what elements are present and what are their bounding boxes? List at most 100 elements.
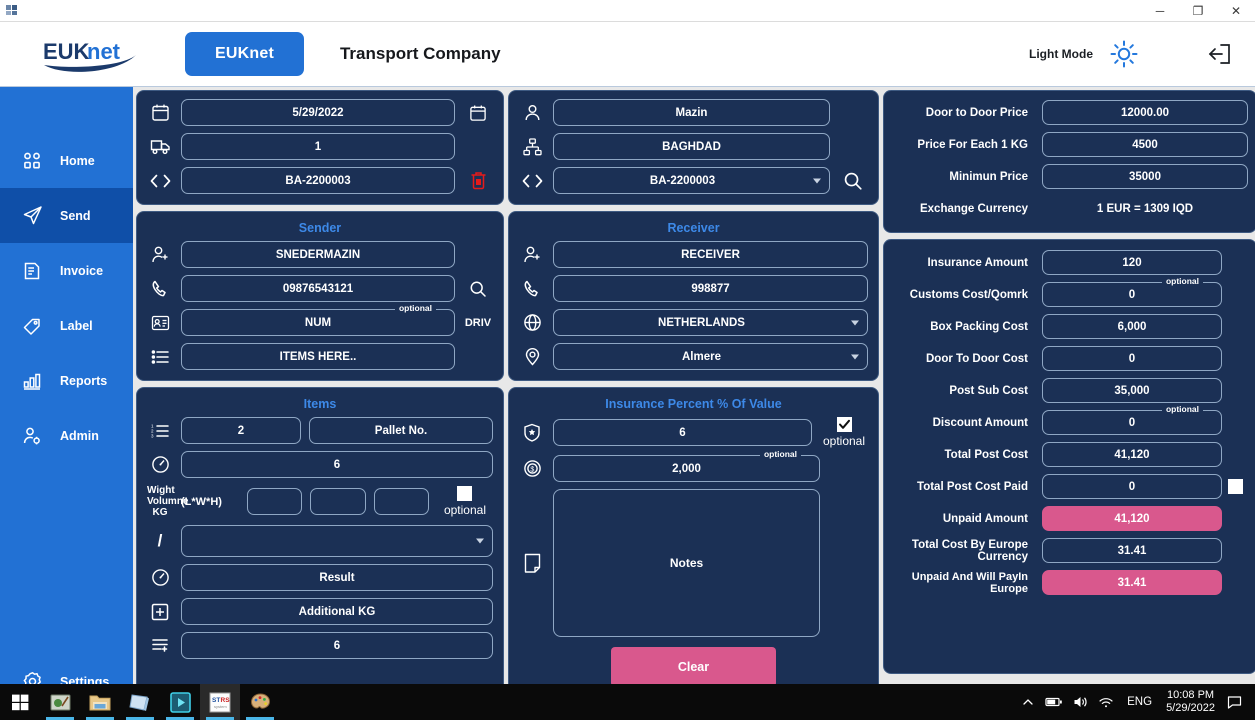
sidebar-item-invoice[interactable]: Invoice	[0, 243, 133, 298]
brand-button[interactable]: EUKnet	[185, 32, 304, 76]
taskbar-item-1[interactable]	[40, 684, 80, 720]
receiver-country-row: NETHERLANDS	[519, 309, 868, 336]
slash-icon: /	[147, 531, 173, 551]
items-panel-title: Items	[147, 397, 493, 411]
clear-button[interactable]: Clear	[611, 647, 776, 687]
maximize-button[interactable]: ❐	[1179, 0, 1217, 22]
pricing-label: Minimun Price	[892, 171, 1042, 183]
notifications-icon[interactable]	[1221, 695, 1247, 709]
door-to-door-cost-field[interactable]: 0	[1042, 346, 1222, 371]
taskbar-item-stars[interactable]: ST RS system	[200, 684, 240, 720]
sidebar-item-home[interactable]: Home	[0, 133, 133, 188]
box-packing-cost-field[interactable]: 6,000	[1042, 314, 1222, 339]
pricing-row: Price For Each 1 KG 4500	[892, 132, 1248, 157]
sidebar-item-send[interactable]: Send	[0, 188, 133, 243]
customs-cost-field[interactable]: 0 optional	[1042, 282, 1222, 307]
customer-search-icon[interactable]	[838, 171, 868, 191]
total-post-cost-paid-checkbox[interactable]	[1228, 479, 1243, 494]
column-middle: Mazin BAGHDA	[508, 90, 879, 719]
clock[interactable]: 10:08 PM 5/29/2022	[1160, 689, 1221, 715]
chevron-down-icon	[851, 354, 859, 359]
customer-branch-field[interactable]: BAGHDAD	[553, 133, 830, 160]
minimize-button[interactable]: ─	[1141, 0, 1179, 22]
sender-items-field[interactable]: ITEMS HERE..	[181, 343, 455, 370]
svg-text:3: 3	[151, 433, 154, 438]
result-field[interactable]: Result	[181, 564, 493, 591]
location-pin-icon	[519, 347, 545, 366]
pricing-panel: Door to Door Price 12000.00 Price For Ea…	[883, 90, 1255, 233]
receiver-country-field[interactable]: NETHERLANDS	[553, 309, 868, 336]
total-post-cost-paid-field[interactable]: 0	[1042, 474, 1222, 499]
date-field[interactable]: 5/29/2022	[181, 99, 455, 126]
insurance-optional-checkbox[interactable]	[837, 417, 852, 432]
unpaid-amount-field[interactable]: 41,120	[1042, 506, 1222, 531]
total-post-cost-field[interactable]: 41,120	[1042, 442, 1222, 467]
cost-label: Customs Cost/Qomrk	[892, 289, 1042, 301]
volume-icon[interactable]	[1067, 695, 1093, 709]
app-icon	[5, 3, 25, 19]
sidebar-item-reports[interactable]: Reports	[0, 353, 133, 408]
receiver-name-field[interactable]: RECEIVER	[553, 241, 868, 268]
insurance-percent-row: 6 optional	[519, 417, 868, 448]
unpaid-pay-in-europe-field[interactable]: 31.41	[1042, 570, 1222, 595]
taskbar-item-explorer[interactable]	[80, 684, 120, 720]
items-select-field[interactable]	[181, 525, 493, 557]
taskbar-item-4[interactable]	[160, 684, 200, 720]
sender-num-value: NUM	[305, 317, 331, 329]
taskbar-item-3[interactable]	[120, 684, 160, 720]
taskbar-item-paint[interactable]	[240, 684, 280, 720]
items-weight-row: 6	[147, 451, 493, 478]
calendar-picker-icon[interactable]	[463, 104, 493, 122]
sidebar-label-label: Label	[60, 319, 93, 333]
sidebar-item-label[interactable]: Label	[0, 298, 133, 353]
sender-panel-title: Sender	[147, 221, 493, 235]
sender-name-field[interactable]: SNEDERMAZIN	[181, 241, 455, 268]
cost-row-customs-cost: Customs Cost/Qomrk 0 optional	[892, 282, 1248, 307]
trash-icon[interactable]	[463, 171, 493, 190]
shipment-code-field[interactable]: BA-2200003	[181, 167, 455, 194]
receiver-phone-field[interactable]: 998877	[553, 275, 868, 302]
customer-name-field[interactable]: Mazin	[553, 99, 830, 126]
items-total-field[interactable]: 6	[181, 632, 493, 659]
wifi-icon[interactable]	[1093, 696, 1119, 709]
close-button[interactable]: ✕	[1217, 0, 1255, 22]
truck-number-field[interactable]: 1	[181, 133, 455, 160]
dim-length-field[interactable]	[247, 488, 302, 515]
weight-field[interactable]: 6	[181, 451, 493, 478]
tray-expand-icon[interactable]	[1015, 696, 1041, 708]
receiver-city-field[interactable]: Almere	[553, 343, 868, 370]
sender-num-field[interactable]: NUM optional	[181, 309, 455, 336]
language-indicator[interactable]: ENG	[1119, 696, 1160, 708]
insurance-value-field[interactable]: 2,000 optional	[553, 455, 820, 482]
windows-taskbar: ST RS system	[0, 684, 1255, 720]
items-count-field[interactable]: 2	[181, 417, 301, 444]
door-to-door-price-field[interactable]: 12000.00	[1042, 100, 1248, 125]
insurance-percent-field[interactable]: 6	[553, 419, 812, 446]
insurance-value: 2,000	[672, 463, 701, 475]
sender-phone-field[interactable]: 09876543121	[181, 275, 455, 302]
search-icon[interactable]	[463, 280, 493, 298]
customer-code-field[interactable]: BA-2200003	[553, 167, 830, 194]
discount-amount-field[interactable]: 0 optional	[1042, 410, 1222, 435]
battery-icon[interactable]	[1041, 696, 1067, 708]
logout-icon[interactable]	[1205, 39, 1235, 69]
insurance-amount-field[interactable]: 120	[1042, 250, 1222, 275]
additional-kg-field[interactable]: Additional KG	[181, 598, 493, 625]
sidebar-item-admin[interactable]: Admin	[0, 408, 133, 463]
sun-icon[interactable]	[1105, 35, 1143, 73]
tag-icon	[20, 314, 44, 338]
post-sub-cost-field[interactable]: 35,000	[1042, 378, 1222, 403]
dim-width-field[interactable]	[310, 488, 365, 515]
globe-icon	[519, 313, 545, 332]
items-optional-checkbox[interactable]	[457, 486, 472, 501]
receiver-country-value: NETHERLANDS	[658, 317, 745, 329]
price-per-kg-field[interactable]: 4500	[1042, 132, 1248, 157]
total-cost-europe-field[interactable]: 31.41	[1042, 538, 1222, 563]
minimum-price-field[interactable]: 35000	[1042, 164, 1248, 189]
windows-start-icon[interactable]	[0, 684, 40, 720]
sum-icon	[147, 637, 173, 654]
dim-height-field[interactable]	[374, 488, 429, 515]
pallet-no-field[interactable]: Pallet No.	[309, 417, 493, 444]
notes-textarea[interactable]: Notes	[553, 489, 820, 637]
cost-row-total-post-paid: Total Post Cost Paid 0	[892, 474, 1248, 499]
